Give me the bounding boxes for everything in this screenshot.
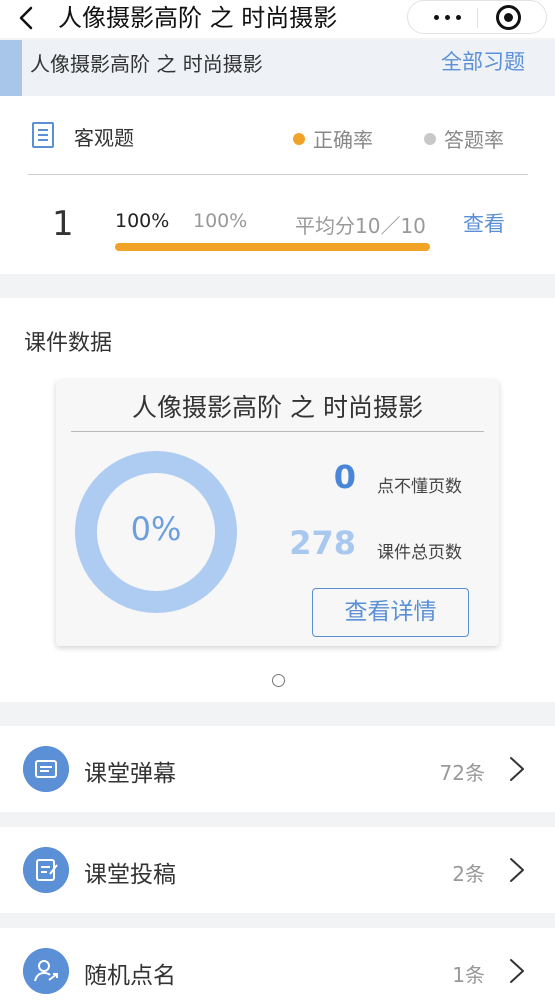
message-icon <box>23 746 69 792</box>
average-score: 平均分10／10 <box>295 214 426 238</box>
random-user-icon <box>23 948 69 994</box>
question-index: 1 <box>52 204 74 244</box>
list-item-label: 课堂弹幕 <box>84 761 176 787</box>
orange-dot-icon <box>293 133 305 145</box>
target-close-icon[interactable] <box>496 5 521 30</box>
view-question-link[interactable]: 查看 <box>463 208 505 238</box>
legend-answer-rate: 答题率 <box>424 124 504 153</box>
edit-note-icon <box>23 847 69 893</box>
list-item-submissions[interactable]: 课堂投稿 2条 <box>0 827 555 913</box>
list-item-count: 1条 <box>452 963 485 987</box>
courseware-section: 课件数据 人像摄影高阶 之 时尚摄影 0% 0 点不懂页数 278 课件总页数 … <box>0 298 555 702</box>
objective-card: 客观题 正确率 答题率 1 100% 100% 平均分10／10 查看 <box>0 96 555 274</box>
correct-rate-progress-bar <box>115 243 430 251</box>
legend-label: 答题率 <box>444 128 504 152</box>
chevron-left-icon[interactable] <box>16 5 40 31</box>
percent-label: 0% <box>130 510 182 548</box>
list-item-random-call[interactable]: 随机点名 1条 <box>0 928 555 1000</box>
correct-rate-value: 100% <box>115 210 170 232</box>
chevron-right-icon <box>510 858 524 882</box>
list-item-label: 随机点名 <box>84 963 176 989</box>
courseware-card[interactable]: 人像摄影高阶 之 时尚摄影 0% 0 点不懂页数 278 课件总页数 查看详情 <box>56 380 499 646</box>
divider <box>71 431 484 432</box>
answer-rate-value: 100% <box>193 210 248 232</box>
document-icon <box>32 122 54 148</box>
quiz-header: 人像摄影高阶 之 时尚摄影 全部习题 <box>0 40 555 96</box>
objective-title: 客观题 <box>74 126 134 150</box>
legend-label: 正确率 <box>313 128 373 152</box>
gray-dot-icon <box>424 133 436 145</box>
all-exercises-link[interactable]: 全部习题 <box>441 46 525 76</box>
not-understood-count: 0 <box>333 458 356 496</box>
list-item-count: 2条 <box>452 862 485 886</box>
total-pages-count: 278 <box>289 524 356 562</box>
chevron-right-icon <box>510 959 524 983</box>
view-details-button[interactable]: 查看详情 <box>312 588 469 637</box>
total-pages-label: 课件总页数 <box>377 543 462 563</box>
capsule-divider <box>477 8 478 28</box>
progress-fill <box>115 243 430 251</box>
navigation-bar: 人像摄影高阶 之 时尚摄影 <box>0 0 555 38</box>
section-title: 课件数据 <box>24 331 113 356</box>
list-item-count: 72条 <box>439 761 485 785</box>
header-accent-bar <box>0 40 22 96</box>
not-understood-label: 点不懂页数 <box>377 477 462 497</box>
list-item-barrage[interactable]: 课堂弹幕 72条 <box>0 726 555 812</box>
legend-correct-rate: 正确率 <box>293 124 373 153</box>
more-dots-icon[interactable] <box>428 1 468 33</box>
mini-program-capsule <box>407 0 547 34</box>
list-item-label: 课堂投稿 <box>84 862 176 888</box>
quiz-title: 人像摄影高阶 之 时尚摄影 <box>30 52 263 76</box>
carousel-indicator[interactable] <box>272 674 285 687</box>
chevron-right-icon <box>510 757 524 781</box>
page-title: 人像摄影高阶 之 时尚摄影 <box>58 4 338 32</box>
courseware-title: 人像摄影高阶 之 时尚摄影 <box>132 393 423 422</box>
divider <box>28 174 528 175</box>
